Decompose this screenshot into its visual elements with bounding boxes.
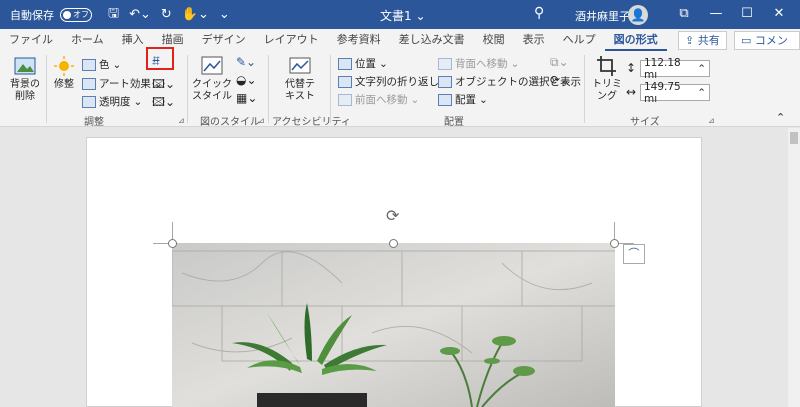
compress-pictures-icon-highlighted[interactable]: ⌗ [153, 52, 160, 67]
separator [187, 55, 188, 123]
tab-design[interactable]: デザイン [193, 29, 255, 51]
scrollbar-arrow[interactable] [790, 132, 798, 144]
picture-effects-icon[interactable]: ◒⌄ [236, 73, 257, 87]
resize-handle[interactable] [168, 239, 177, 248]
send-backward-icon [438, 57, 452, 70]
title-bar: 自動保存 オフ 🖫 ↶⌄ ↻ ✋⌄ ⌄ 文書1 ⌄ ⚲ 酒井麻里子 👤 ⧉ — … [0, 0, 800, 29]
plant-photo [172, 243, 615, 407]
ribbon-tabs: ファイル ホーム 挿入 描画 デザイン レイアウト 参考資料 差し込み文書 校閲… [0, 29, 800, 64]
collapse-ribbon-icon[interactable]: ⌃ [776, 111, 785, 124]
width-input[interactable]: 149.75 mı ⌃ [640, 81, 710, 105]
tab-picture-format[interactable]: 図の形式 [604, 29, 667, 51]
redo-icon[interactable]: ↻ [161, 7, 172, 22]
align-button[interactable]: 配置 ⌄ [438, 92, 488, 107]
tab-review[interactable]: 校閲 [474, 29, 514, 51]
art-effects-icon [82, 77, 96, 90]
separator [46, 55, 47, 123]
crop-button[interactable]: トリミング [590, 55, 624, 103]
save-icon[interactable]: 🖫 [108, 4, 119, 26]
arrange-group-label: 配置 [444, 117, 464, 128]
tab-help[interactable]: ヘルプ [554, 29, 605, 51]
selection-pane-icon [438, 75, 452, 88]
width-icon: ↔ [626, 85, 637, 99]
height-icon: ↕ [626, 61, 637, 75]
position-button[interactable]: 位置 ⌄ [338, 56, 388, 71]
color-icon [82, 58, 96, 71]
wrap-text-icon [338, 75, 352, 88]
wrap-text-button[interactable]: 文字列の折り返し⌄ [338, 74, 451, 89]
document-title[interactable]: 文書1 ⌄ [380, 7, 426, 24]
position-icon [338, 57, 352, 70]
height-spinner-icon[interactable]: ⌃ [697, 63, 706, 75]
search-icon[interactable]: ⚲ [534, 5, 544, 21]
tab-mailings[interactable]: 差し込み文書 [390, 29, 474, 51]
quick-styles-icon [201, 56, 223, 75]
rotate-objects-icon[interactable]: ⟳⌄ [550, 73, 570, 87]
transparency-button[interactable]: 透明度 ⌄ [82, 94, 142, 109]
quick-styles-button[interactable]: クイック スタイル [192, 55, 232, 103]
layout-options-icon: ⌒ [628, 247, 640, 260]
close-icon[interactable]: ✕ [769, 4, 789, 24]
layout-options-button[interactable]: ⌒ [623, 244, 645, 264]
crop-icon [597, 56, 616, 76]
corrections-button[interactable]: 修整 [50, 55, 78, 91]
comment-button[interactable]: ▭ コメント [734, 31, 800, 64]
color-button[interactable]: 色 ⌄ [82, 57, 121, 72]
picture-border-icon[interactable]: ✎⌄ [236, 55, 256, 69]
bring-forward-button[interactable]: 前面へ移動 ⌄ [338, 92, 419, 107]
tab-references[interactable]: 参考資料 [328, 29, 390, 51]
sun-icon [54, 56, 74, 76]
separator [330, 55, 331, 123]
accessibility-group-label: アクセシビリティ [272, 117, 351, 128]
separator [584, 55, 585, 123]
alt-text-button[interactable]: 代替テ キスト [280, 55, 320, 103]
selected-picture[interactable] [172, 243, 615, 407]
maximize-icon[interactable]: ☐ [737, 4, 757, 24]
autosave-toggle[interactable]: オフ [60, 7, 92, 22]
size-dialog-launcher-icon[interactable]: ⊿ [708, 116, 715, 125]
resize-handle[interactable] [610, 239, 619, 248]
ribbon: 背景の 削除 修整 色 ⌄ アート効果 ⌄ 透明度 ⌄ ⌗ 🖾⌄ 🖾⌄ 調整 クイック… [0, 51, 800, 128]
user-name[interactable]: 酒井麻里子 [575, 8, 630, 24]
remove-background-button[interactable]: 背景の 削除 [8, 55, 42, 103]
undo-icon[interactable]: ↶⌄ [129, 7, 151, 22]
tab-layout[interactable]: レイアウト [255, 29, 328, 51]
customize-qat-icon[interactable]: ⌄ [219, 7, 230, 22]
align-icon [438, 93, 452, 106]
size-group-label: サイズ [630, 117, 660, 128]
styles-dialog-launcher-icon[interactable]: ⊿ [258, 116, 265, 125]
rotate-handle-icon[interactable]: ⟳ [386, 206, 399, 225]
send-backward-button[interactable]: 背面へ移動 ⌄ [438, 56, 519, 71]
minimize-icon[interactable]: — [706, 4, 726, 24]
autosave-label: 自動保存 [10, 8, 54, 22]
transparency-icon [82, 95, 96, 108]
crop-highlight-box [146, 47, 174, 70]
tab-home[interactable]: ホーム [62, 29, 113, 51]
adjust-dialog-launcher-icon[interactable]: ⊿ [178, 116, 185, 125]
alt-text-icon [289, 57, 311, 74]
art-effects-button[interactable]: アート効果 ⌄ [82, 76, 163, 91]
touch-mode-icon[interactable]: ✋⌄ [182, 7, 209, 22]
tab-view[interactable]: 表示 [514, 29, 554, 51]
vertical-scrollbar[interactable] [788, 128, 800, 407]
remove-background-icon [14, 57, 36, 75]
group-objects-icon[interactable]: ⧉⌄ [550, 55, 569, 70]
picture-styles-group-label: 図のスタイル [200, 117, 260, 128]
width-spinner-icon[interactable]: ⌃ [697, 87, 706, 99]
bring-forward-icon [338, 93, 352, 106]
avatar[interactable]: 👤 [628, 5, 648, 25]
reset-picture-icon[interactable]: 🖾⌄ [152, 93, 175, 114]
separator [268, 55, 269, 123]
ribbon-display-icon[interactable]: ⧉ [674, 4, 694, 24]
share-button[interactable]: ⇪ 共有 [678, 31, 727, 50]
resize-handle[interactable] [389, 239, 398, 248]
height-input[interactable]: 112.18 mı ⌃ [640, 57, 710, 81]
picture-layout-icon[interactable]: ▦⌄ [236, 91, 257, 105]
tab-file[interactable]: ファイル [0, 29, 62, 51]
adjust-group-label: 調整 [84, 117, 104, 128]
